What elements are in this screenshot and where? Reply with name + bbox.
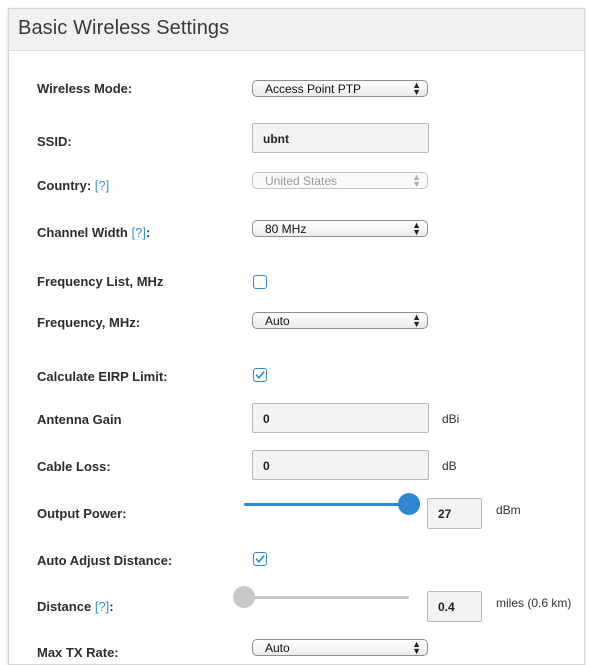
frequency-value: Auto — [265, 314, 290, 328]
distance-label-text: Distance — [37, 599, 92, 614]
channel-width-label-colon: : — [145, 225, 151, 240]
cable-loss-label: Cable Loss: — [37, 459, 111, 474]
calculate-eirp-label: Calculate EIRP Limit: — [37, 369, 168, 384]
checkmark-icon — [255, 371, 265, 379]
channel-width-label-text: Channel Width — [37, 225, 128, 240]
distance-unit: miles (0.6 km) — [496, 596, 572, 610]
wireless-mode-select[interactable]: Access Point PTP ▲ ▼ — [252, 80, 428, 97]
country-select: United States ▲ ▼ — [252, 172, 428, 189]
wireless-mode-value: Access Point PTP — [265, 82, 362, 96]
panel-title: Basic Wireless Settings — [9, 9, 584, 51]
channel-width-help-link[interactable]: [?] — [132, 225, 146, 240]
channel-width-value: 80 MHz — [265, 222, 307, 236]
country-label: Country: [?] — [37, 178, 109, 193]
country-label-text: Country: — [37, 178, 92, 193]
cable-loss-unit: dB — [442, 459, 457, 473]
max-tx-rate-select[interactable]: Auto ▲ ▼ — [252, 639, 428, 656]
channel-width-select[interactable]: 80 MHz ▲ ▼ — [252, 220, 428, 237]
antenna-gain-input[interactable]: 0 — [252, 403, 429, 433]
max-tx-rate-value: Auto — [265, 641, 290, 655]
frequency-label: Frequency, MHz: — [37, 315, 141, 330]
antenna-gain-label: Antenna Gain — [37, 412, 122, 427]
ssid-input[interactable]: ubnt — [252, 123, 429, 153]
output-power-unit: dBm — [496, 503, 521, 517]
up-down-chevron-icon: ▲ ▼ — [412, 312, 421, 329]
frequency-select[interactable]: Auto ▲ ▼ — [252, 312, 428, 329]
distance-help-link[interactable]: [?] — [95, 599, 109, 614]
up-down-chevron-icon: ▲ ▼ — [412, 172, 421, 189]
distance-label: Distance [?]: — [37, 599, 114, 614]
ssid-label: SSID: — [37, 134, 72, 149]
distance-slider-track[interactable] — [244, 596, 409, 599]
distance-label-colon: : — [109, 599, 114, 614]
max-tx-rate-label: Max TX Rate: — [37, 645, 119, 660]
output-power-slider-handle[interactable] — [398, 493, 420, 515]
distance-input[interactable]: 0.4 — [427, 591, 482, 622]
basic-wireless-settings-panel: Basic Wireless Settings Wireless Mode: A… — [8, 8, 585, 665]
auto-adjust-distance-label: Auto Adjust Distance: — [37, 553, 173, 568]
calculate-eirp-checkbox[interactable] — [253, 368, 267, 382]
output-power-label: Output Power: — [37, 506, 127, 521]
output-power-slider-track[interactable] — [244, 503, 409, 506]
auto-adjust-distance-checkbox[interactable] — [253, 552, 267, 566]
country-help-link[interactable]: [?] — [95, 178, 109, 193]
frequency-list-checkbox[interactable] — [253, 275, 267, 289]
country-value: United States — [265, 174, 338, 188]
channel-width-label: Channel Width [?]: — [37, 225, 150, 240]
up-down-chevron-icon: ▲ ▼ — [412, 639, 421, 656]
cable-loss-input[interactable]: 0 — [252, 450, 429, 480]
up-down-chevron-icon: ▲ ▼ — [412, 220, 421, 237]
distance-slider-handle[interactable] — [233, 586, 255, 608]
frequency-list-label: Frequency List, MHz — [37, 274, 164, 289]
checkmark-icon — [255, 555, 265, 563]
wireless-mode-label: Wireless Mode: — [37, 81, 133, 96]
up-down-chevron-icon: ▲ ▼ — [412, 80, 421, 97]
output-power-input[interactable]: 27 — [427, 498, 482, 529]
antenna-gain-unit: dBi — [442, 412, 460, 426]
